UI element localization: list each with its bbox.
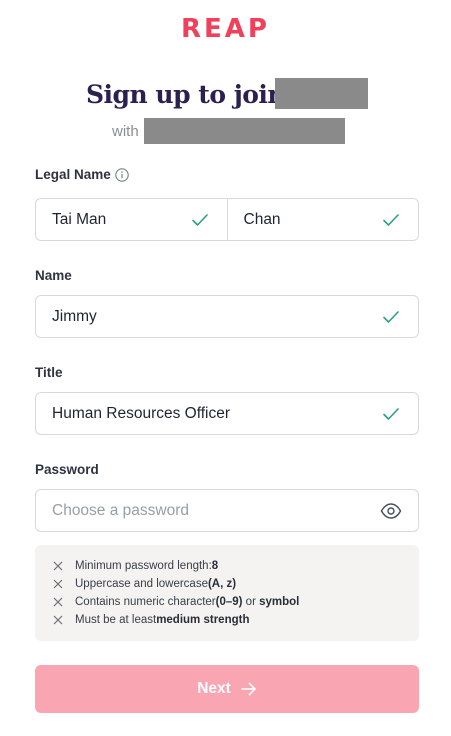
requirement-text: Minimum password length: [75, 560, 212, 572]
requirement-text: Uppercase and lowercase [75, 578, 208, 590]
requirement-item: Uppercase and lowercase (A, z) [53, 575, 419, 593]
legal-name-label: Legal Name [35, 167, 111, 182]
check-icon [383, 311, 399, 323]
requirement-bold: (A, z) [207, 578, 237, 590]
signup-heading-row: Sign up to join [86, 76, 286, 112]
requirement-text: Must be at least [75, 614, 157, 626]
check-icon [191, 214, 208, 226]
requirement-bold: (0–9) [215, 596, 243, 608]
password-label: Password [35, 462, 99, 477]
page-title: Sign up to join [86, 79, 286, 109]
password-input[interactable]: Choose a password [35, 489, 419, 532]
close-icon [53, 579, 63, 589]
arrow-right-icon [240, 682, 256, 696]
name-input[interactable]: Jimmy [35, 295, 419, 338]
redacted-inviter [144, 118, 345, 144]
last-name-value: Chan [243, 210, 281, 228]
check-icon [383, 408, 399, 420]
with-row: with [112, 118, 139, 144]
close-icon [53, 597, 63, 607]
check-icon [383, 214, 399, 226]
legal-name-field: Tai Man Chan [35, 198, 419, 241]
last-name-input[interactable]: Chan [226, 199, 419, 240]
with-label: with [112, 122, 139, 140]
first-name-value: Tai Man [52, 210, 107, 228]
requirement-bold: symbol [259, 596, 300, 608]
next-label: Next [197, 680, 231, 697]
redacted-organization [275, 78, 368, 109]
name-label: Name [35, 268, 72, 283]
requirement-bold: 8 [211, 560, 219, 572]
requirement-text: or [242, 596, 260, 608]
reap-logo: REAP [181, 14, 270, 44]
eye-icon[interactable] [380, 502, 402, 520]
requirement-text: Contains numeric character [75, 596, 216, 608]
next-button[interactable]: Next [35, 665, 419, 713]
close-icon [53, 615, 63, 625]
title-input[interactable]: Human Resources Officer [35, 392, 419, 435]
info-icon[interactable] [115, 168, 129, 182]
title-value: Human Resources Officer [52, 404, 231, 422]
first-name-input[interactable]: Tai Man [36, 199, 227, 240]
password-requirements: Minimum password length: 8 Uppercase and… [35, 545, 419, 641]
close-icon [53, 561, 63, 571]
requirement-item: Minimum password length: 8 [53, 557, 419, 575]
requirement-item: Must be at least medium strength [53, 611, 419, 629]
name-value: Jimmy [52, 307, 97, 325]
requirement-bold: medium strength [156, 614, 250, 626]
requirement-item: Contains numeric character (0–9) or symb… [53, 593, 419, 611]
password-placeholder: Choose a password [52, 501, 189, 519]
title-label: Title [35, 365, 63, 380]
